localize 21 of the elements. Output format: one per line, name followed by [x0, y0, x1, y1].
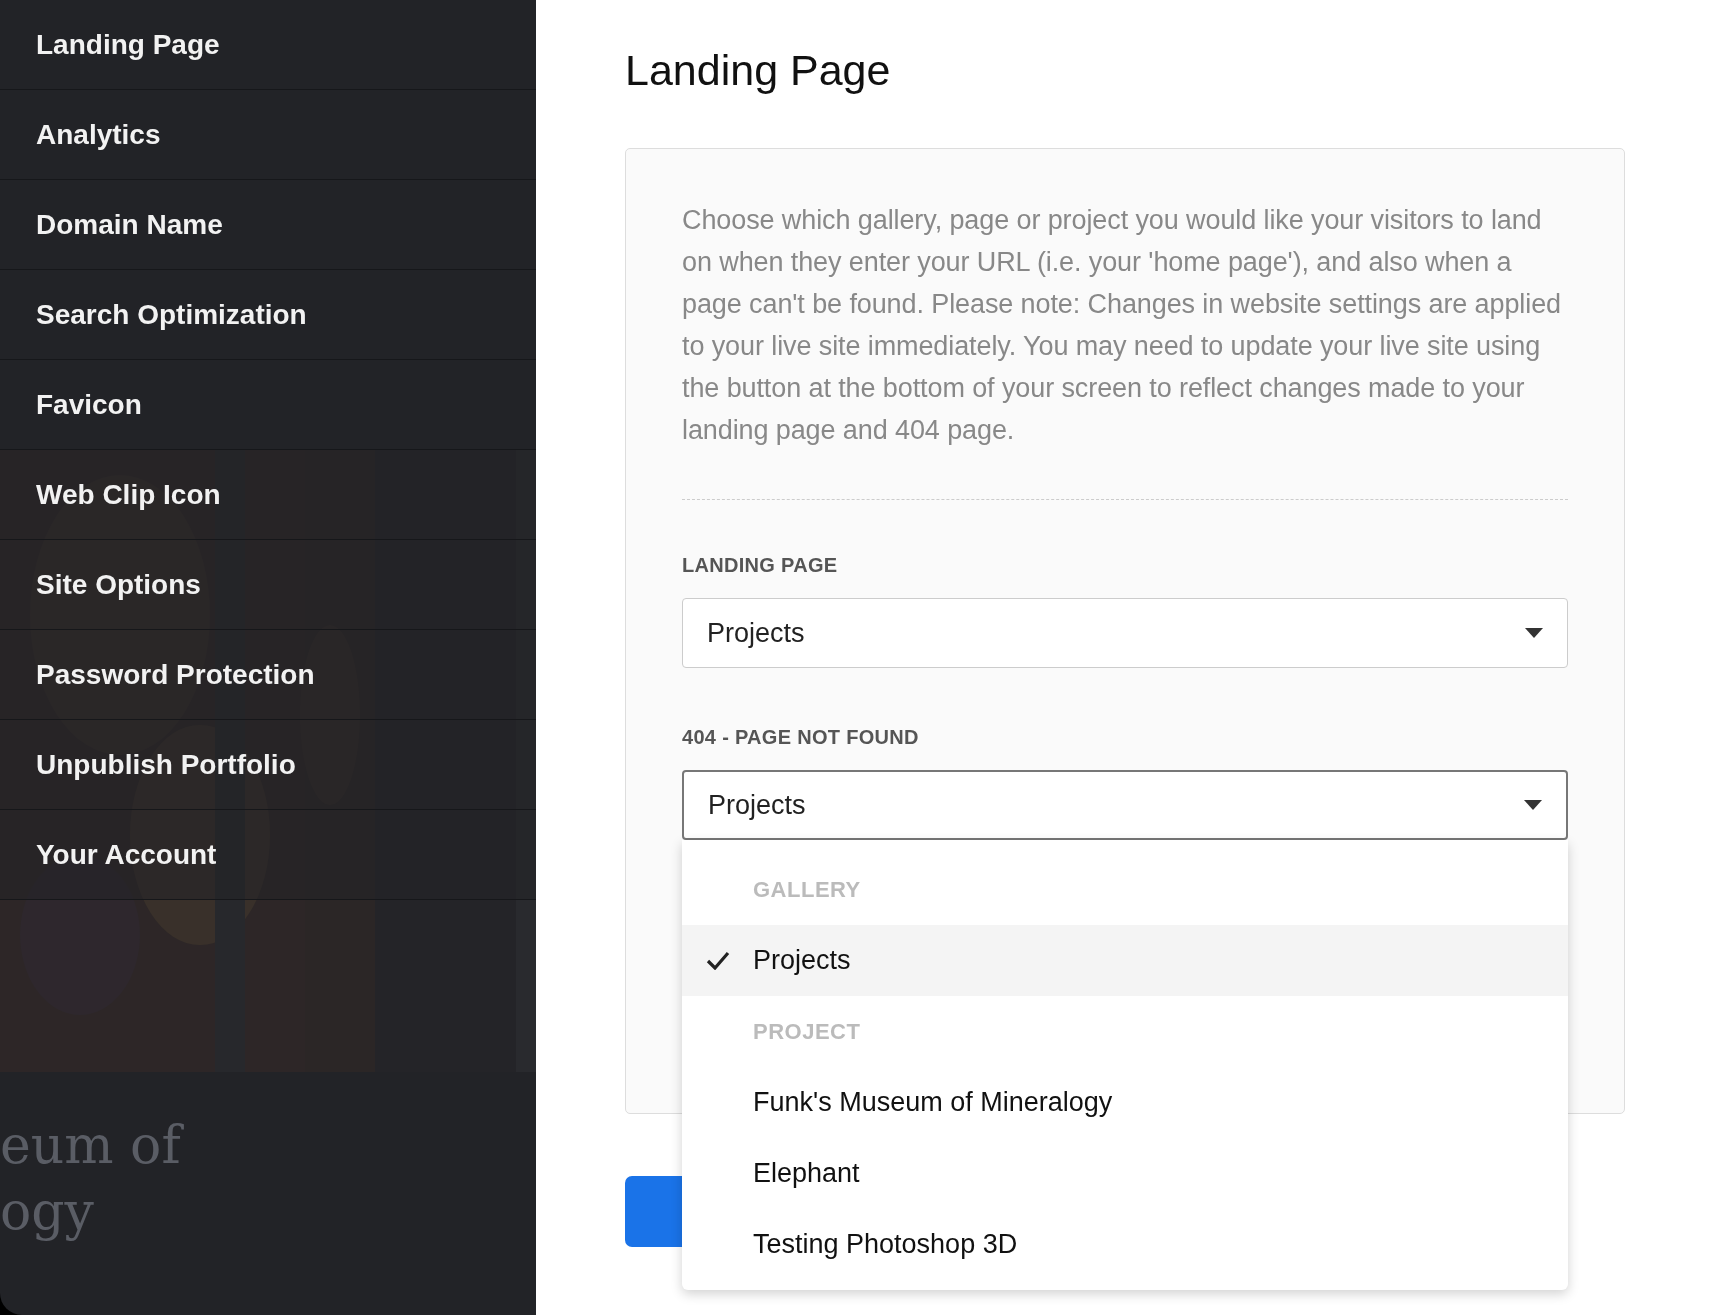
caret-icon	[1525, 628, 1543, 638]
select-field[interactable]: Projects	[682, 598, 1568, 668]
check-icon	[706, 951, 730, 970]
caret-icon	[1524, 800, 1542, 810]
dropdown-option[interactable]: Testing Photoshop 3D	[682, 1209, 1568, 1280]
field-label: 404 - PAGE NOT FOUND	[682, 726, 919, 749]
field-label: LANDING PAGE	[682, 554, 838, 577]
group-heading: GALLERY	[753, 876, 861, 903]
dropdown-option[interactable]: Elephant	[682, 1138, 1568, 1209]
description-text: Choose which gallery, page or project you would like your visitors to land on when they enter your URL (i.e. your 'home page'), and also when a page can't be found. Please note: Changes in website settings are applied to your live site immediately. You may need to update your live site using the button at the bottom of your screen to reflect changes made to your landing page and 404 page.	[682, 204, 1562, 447]
select-field[interactable]: Projects	[682, 770, 1568, 840]
sidebar-item[interactable]: Password Protection	[0, 630, 536, 720]
sidebar-item[interactable]: Unpublish Portfolio	[0, 720, 536, 810]
dropdown-option[interactable]: Projects	[682, 925, 1568, 996]
group-heading: PROJECT	[753, 1018, 861, 1045]
sidebar-item[interactable]: Your Account	[0, 810, 536, 900]
sidebar-item[interactable]: Site Options	[0, 540, 536, 630]
page-title: Landing Page	[625, 45, 891, 96]
sidebar-item[interactable]: Web Clip Icon	[0, 450, 536, 540]
background-text: ogy	[0, 1180, 95, 1243]
dropdown-option[interactable]: Funk's Museum of Mineralogy	[682, 1067, 1568, 1138]
